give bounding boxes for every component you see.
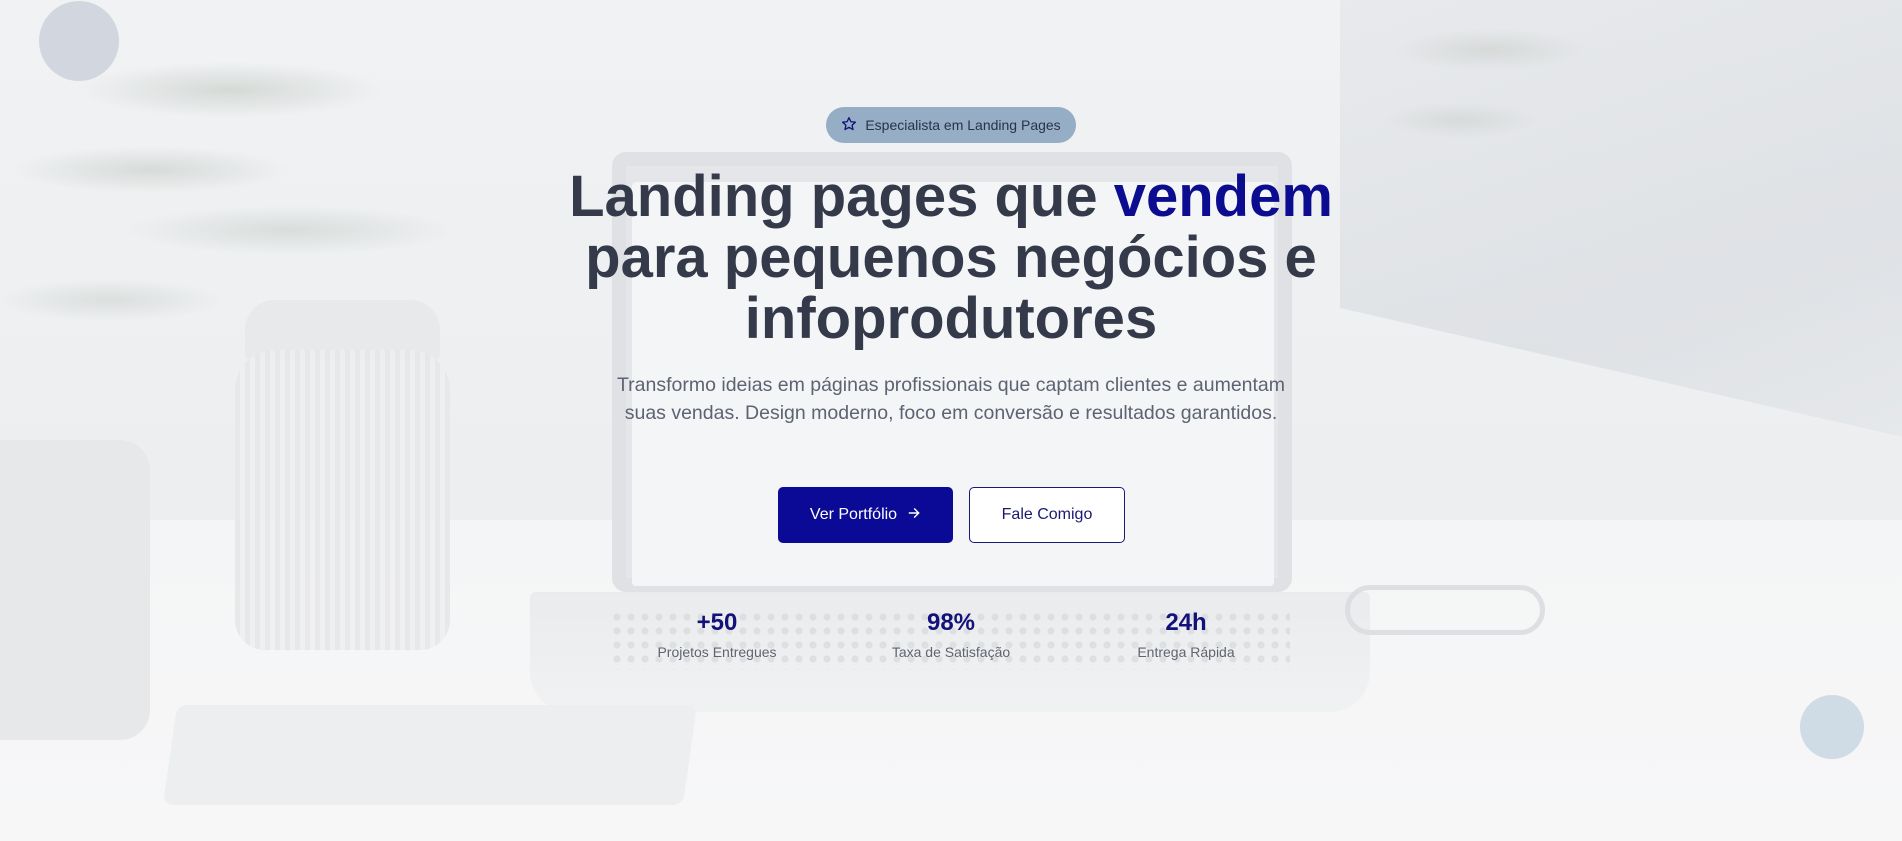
- headline-part-1: Landing pages que: [569, 164, 1114, 229]
- stat-value: 98%: [926, 609, 976, 636]
- view-portfolio-label: Ver Portfólio: [809, 506, 898, 523]
- stat-label: Entrega Rápida: [1137, 644, 1235, 660]
- stat-satisfaction: 98% Taxa de Satisfação: [851, 608, 1051, 660]
- stat-delivery: 24h Entrega Rápida: [1086, 608, 1286, 660]
- specialist-badge: Especialista em Landing Pages: [826, 107, 1076, 143]
- page-title: Landing pages que vendem para pequenos n…: [500, 166, 1402, 349]
- hero-section: Especialista em Landing Pages Landing pa…: [0, 0, 1902, 841]
- headline-part-2: para pequenos negócios e infoprodutores: [585, 225, 1317, 351]
- contact-me-button[interactable]: Fale Comigo: [969, 487, 1125, 543]
- contact-me-label: Fale Comigo: [1001, 506, 1093, 523]
- headline-accent: vendem: [1113, 164, 1333, 229]
- stat-label: Taxa de Satisfação: [891, 644, 1011, 660]
- hero-subtitle: Transformo ideias em páginas profissiona…: [616, 374, 1286, 424]
- badge-label: Especialista em Landing Pages: [865, 117, 1061, 133]
- stat-projects: +50 Projetos Entregues: [617, 608, 817, 660]
- star-icon: [841, 116, 857, 135]
- stat-label: Projetos Entregues: [657, 644, 777, 660]
- stat-value: +50: [696, 609, 738, 636]
- arrow-right-icon: [907, 506, 921, 524]
- view-portfolio-button[interactable]: Ver Portfólio: [778, 487, 953, 543]
- stat-value: 24h: [1165, 609, 1207, 636]
